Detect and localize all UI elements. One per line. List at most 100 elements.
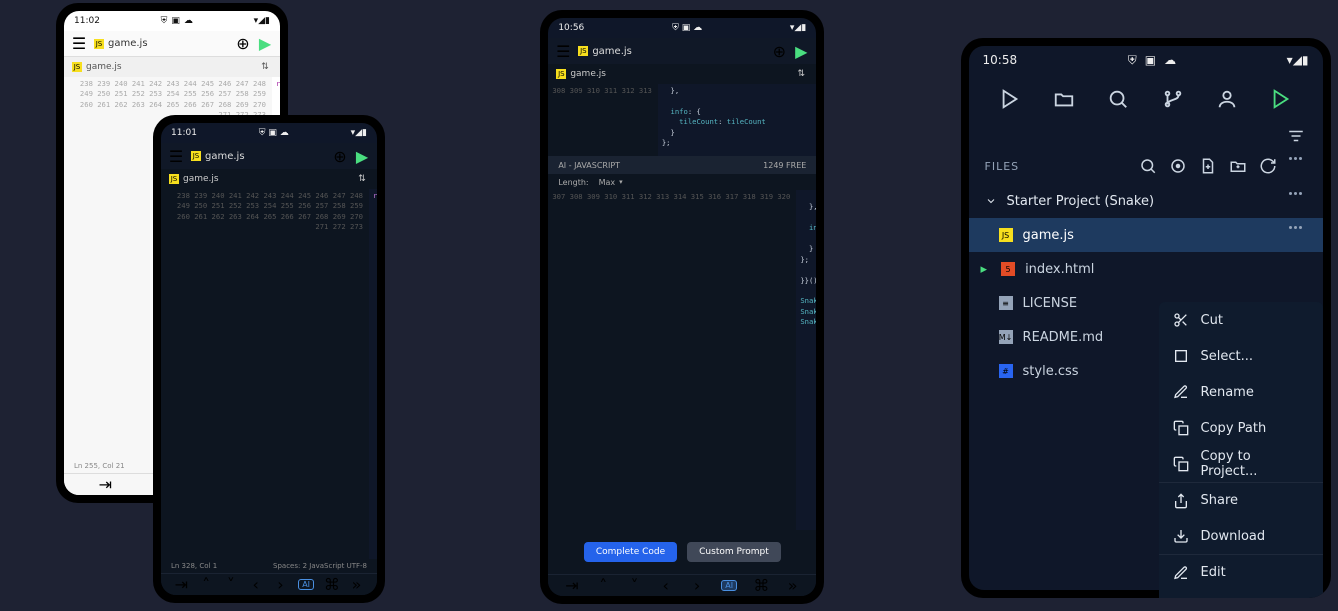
context-edit[interactable]: Edit <box>1159 554 1323 590</box>
filter-icon[interactable]: ⇅ <box>794 67 808 81</box>
play-icon[interactable]: ▶ <box>355 149 369 163</box>
sort-icon[interactable] <box>1287 127 1305 145</box>
chevron-down-icon[interactable]: ▾ <box>619 178 623 186</box>
download-icon <box>1173 528 1189 544</box>
code-editor-upper[interactable]: 308 309 310 311 312 313 }, info: { tileC… <box>548 84 816 156</box>
code-editor[interactable]: 238 239 240 241 242 243 244 245 246 247 … <box>161 189 377 559</box>
filter-icon[interactable]: ⇅ <box>355 172 369 186</box>
app-bar: ☰ JSgame.js ⊕ ▶ <box>548 38 816 64</box>
copy-icon <box>1173 456 1189 472</box>
play-icon[interactable]: ▶ <box>794 44 808 58</box>
new-file-icon[interactable] <box>1199 157 1217 175</box>
chevron-down-icon <box>985 195 997 207</box>
context-share[interactable]: Share <box>1159 482 1323 518</box>
file-type-icon: ≡ <box>999 296 1013 310</box>
phone-file-browser: 10:58 ⛨ ▣ ☁ ▾◢▮ FILES <box>961 38 1331 598</box>
js-icon: JS <box>72 62 82 72</box>
bottom-toolbar: ⇥ ˄ ˅ ‹ › AI ⌘ » <box>161 573 377 595</box>
folder-icon[interactable] <box>1053 88 1075 110</box>
js-icon: JS <box>556 69 566 79</box>
project-name: Starter Project (Snake) <box>1007 194 1155 209</box>
filter-icon[interactable]: ⇅ <box>258 60 272 74</box>
down-arrow-icon[interactable]: ˅ <box>627 579 641 593</box>
right-arrow-icon[interactable]: › <box>690 579 704 593</box>
more-icon[interactable] <box>1289 157 1307 175</box>
search-icon[interactable] <box>1139 157 1157 175</box>
user-icon[interactable] <box>1216 88 1238 110</box>
left-arrow-icon[interactable]: ‹ <box>249 578 263 592</box>
file-type-icon: JS <box>999 228 1013 242</box>
context-rename[interactable]: Rename <box>1159 374 1323 410</box>
ai-badge[interactable]: AI <box>298 579 314 591</box>
file-info: Spaces: 2 JavaScript UTF-8 <box>273 562 367 570</box>
status-bar: 10:56 ⛨ ▣ ☁ ▾◢▮ <box>548 18 816 38</box>
right-arrow-icon[interactable]: › <box>273 578 287 592</box>
location-icon[interactable] <box>1169 157 1187 175</box>
tab-label[interactable]: game.js <box>86 62 122 72</box>
custom-prompt-button[interactable]: Custom Prompt <box>687 542 781 562</box>
context-cut[interactable]: Cut <box>1159 302 1323 338</box>
command-icon[interactable]: ⌘ <box>325 578 339 592</box>
tab-row: JS game.js ⇅ <box>548 64 816 84</box>
play-icon[interactable]: ▶ <box>258 37 272 51</box>
search-icon[interactable]: ⊕ <box>772 44 786 58</box>
expand-icon[interactable]: » <box>786 579 800 593</box>
file-type-icon: # <box>999 364 1013 378</box>
tab-label[interactable]: game.js <box>570 69 606 79</box>
project-row[interactable]: Starter Project (Snake) <box>969 184 1323 218</box>
tab-row: JS game.js ⇅ <box>161 169 377 189</box>
filename-label: game.js <box>592 46 632 57</box>
length-value[interactable]: Max <box>599 178 616 187</box>
js-icon: JS <box>169 174 179 184</box>
cursor-position: Ln 255, Col 21 <box>74 462 125 470</box>
left-arrow-icon[interactable]: ‹ <box>659 579 673 593</box>
hamburger-icon[interactable]: ☰ <box>72 37 86 51</box>
search-icon[interactable]: ⊕ <box>333 149 347 163</box>
up-arrow-icon[interactable]: ˄ <box>199 578 213 592</box>
file-row[interactable]: JSgame.js <box>969 218 1323 252</box>
expand-icon[interactable]: » <box>350 578 364 592</box>
screenshot-panel-1: 11:02 ⛨ ▣ ☁ ▾◢▮ ☰ JSgame.js ⊕ ▶ JSgame.j… <box>0 0 427 611</box>
up-arrow-icon[interactable]: ˄ <box>596 579 610 593</box>
status-bar: 10:58 ⛨ ▣ ☁ ▾◢▮ <box>969 46 1323 74</box>
cloud-icon: ☁ <box>1164 53 1176 67</box>
tab-key-icon[interactable]: ⇥ <box>174 578 188 592</box>
context-download[interactable]: Download <box>1159 518 1323 554</box>
complete-code-button[interactable]: Complete Code <box>584 542 677 562</box>
js-icon: JS <box>191 151 201 161</box>
edit-icon <box>1173 565 1189 581</box>
app-bar: ☰ JSgame.js ⊕ ▶ <box>64 31 280 57</box>
tab-label[interactable]: game.js <box>183 174 219 184</box>
file-type-icon: 5 <box>1001 262 1015 276</box>
status-bar: 11:01 ⛨ ▣ ☁ ▾◢▮ <box>161 123 377 143</box>
rename-icon <box>1173 384 1189 400</box>
code-editor-lower[interactable]: 307 308 309 310 311 312 313 314 315 316 … <box>548 190 816 530</box>
command-icon[interactable]: ⌘ <box>754 579 768 593</box>
zoom-icon[interactable] <box>1107 88 1129 110</box>
refresh-icon[interactable] <box>1259 157 1277 175</box>
hamburger-icon[interactable]: ☰ <box>556 44 570 58</box>
search-icon[interactable]: ⊕ <box>236 37 250 51</box>
new-folder-icon[interactable] <box>1229 157 1247 175</box>
context-label: Cut <box>1201 313 1223 328</box>
shield-icon: ⛨ <box>1128 53 1137 68</box>
hamburger-icon[interactable]: ☰ <box>169 149 183 163</box>
ai-badge[interactable]: AI <box>721 580 737 592</box>
context-copy[interactable]: Copy Path <box>1159 410 1323 446</box>
file-name: LICENSE <box>1023 296 1078 311</box>
run-icon[interactable] <box>999 88 1021 110</box>
shield-icon: ⛨ <box>161 16 168 26</box>
down-arrow-icon[interactable]: ˅ <box>224 578 238 592</box>
phone-ai-editor: 10:56 ⛨ ▣ ☁ ▾◢▮ ☰ JSgame.js ⊕ ▶ JS game.j… <box>540 10 824 604</box>
play-icon[interactable] <box>1270 88 1292 110</box>
file-row[interactable]: ▸5index.html <box>969 252 1323 286</box>
tab-key-icon[interactable]: ⇥ <box>565 579 579 593</box>
more-icon[interactable] <box>1289 192 1307 210</box>
git-branch-icon[interactable] <box>1162 88 1184 110</box>
context-select[interactable]: Select... <box>1159 338 1323 374</box>
filename-label: game.js <box>205 151 245 162</box>
js-icon: JS <box>94 39 104 49</box>
tab-key-icon[interactable]: ⇥ <box>98 478 112 492</box>
context-copy[interactable]: Copy to Project... <box>1159 446 1323 482</box>
more-icon[interactable] <box>1289 226 1307 244</box>
